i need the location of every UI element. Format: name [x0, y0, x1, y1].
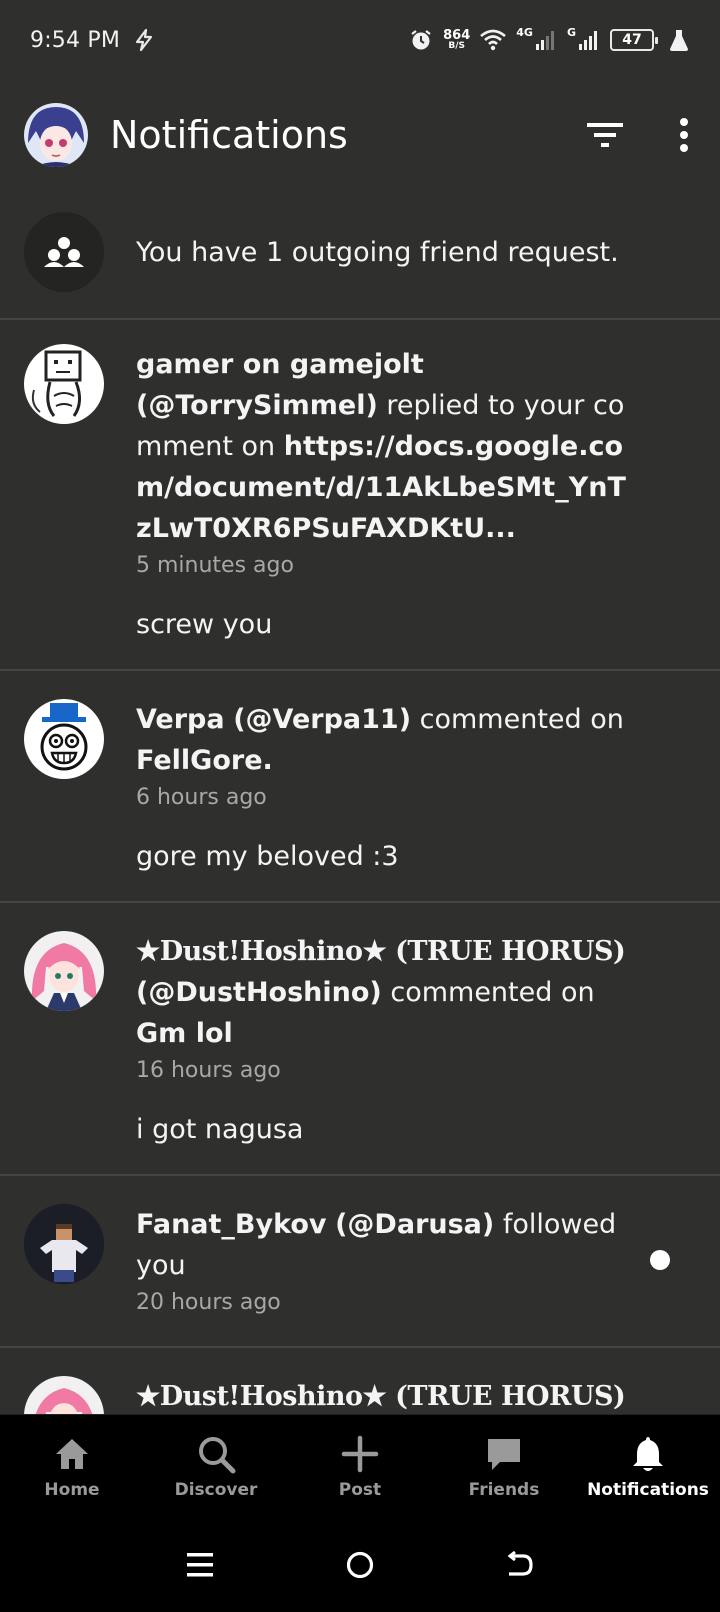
chat-bubble-icon	[488, 1438, 520, 1470]
friends-group-icon	[24, 212, 104, 292]
nav-discover-label: Discover	[174, 1479, 258, 1500]
alarm-icon	[411, 30, 431, 50]
friend-request-text: You have 1 outgoing friend request.	[136, 236, 619, 268]
profile-avatar[interactable]	[24, 103, 88, 167]
back-icon[interactable]	[505, 1550, 535, 1580]
notification-action: commented on	[381, 977, 595, 1008]
notification-time: 20 hours ago	[136, 1290, 281, 1315]
notifications-screen: 9:54 PM 864 B/S 4G G 47 Notifications Yo…	[0, 0, 720, 1612]
notification-comment: gore my beloved :3	[136, 841, 399, 872]
notification-item[interactable]: gamer on gamejolt (@TorrySimmel) replied…	[0, 320, 720, 669]
recent-apps-icon[interactable]	[185, 1551, 215, 1579]
filter-icon[interactable]	[586, 120, 624, 150]
plus-icon	[341, 1435, 379, 1472]
notification-handle[interactable]: (@TorrySimmel)	[136, 390, 378, 421]
notification-time: 6 hours ago	[136, 785, 267, 810]
notification-handle[interactable]: (@Verpa11)	[233, 704, 411, 735]
notification-item[interactable]: Verpa (@Verpa11) commented on FellGore. …	[0, 671, 720, 901]
bell-icon	[633, 1436, 663, 1471]
notification-time: 16 hours ago	[136, 1058, 281, 1083]
notification-action: commented on	[411, 704, 624, 735]
notification-handle[interactable]: (@Darusa)	[335, 1209, 494, 1240]
notification-item[interactable]: ★Dust!Hoshino★ (TRUE HORUS)	[0, 1348, 720, 1414]
notification-target[interactable]: FellGore.	[136, 745, 273, 776]
user-avatar[interactable]	[24, 1204, 104, 1284]
notification-username[interactable]: ★Dust!Hoshino★ (TRUE HORUS)	[136, 936, 626, 967]
user-avatar[interactable]	[24, 344, 104, 424]
notification-time: 5 minutes ago	[136, 553, 294, 578]
notification-comment: screw you	[136, 609, 273, 640]
network-type-2: G	[566, 25, 576, 39]
nav-notifications[interactable]: Notifications	[576, 1415, 720, 1518]
flask-icon	[670, 30, 688, 51]
notification-username[interactable]: Fanat_Bykov	[136, 1209, 327, 1240]
notification-item[interactable]: ★Dust!Hoshino★ (TRUE HORUS) (@DustHoshin…	[0, 903, 720, 1174]
search-icon	[199, 1436, 236, 1473]
page-title: Notifications	[110, 113, 348, 157]
signal-icon-1	[535, 31, 554, 50]
nav-discover[interactable]: Discover	[144, 1415, 288, 1518]
network-speed: 864 B/S	[443, 28, 471, 51]
system-navigation-bar	[0, 1518, 720, 1612]
home-circle-icon[interactable]	[345, 1550, 375, 1580]
unread-indicator	[650, 1250, 670, 1270]
battery-indicator: 47	[610, 29, 658, 51]
status-bar: 9:54 PM 864 B/S 4G G 47	[0, 0, 720, 80]
user-avatar[interactable]	[24, 699, 104, 779]
status-time: 9:54 PM	[30, 27, 121, 53]
notification-target[interactable]: Gm lol	[136, 1018, 233, 1049]
bottom-navigation: Home Discover Post Friends Notifications	[0, 1414, 720, 1518]
nav-post-label: Post	[338, 1479, 382, 1500]
friend-request-row[interactable]: You have 1 outgoing friend request.	[0, 190, 720, 318]
wifi-icon	[480, 29, 507, 51]
nav-post[interactable]: Post	[288, 1415, 432, 1518]
nav-friends[interactable]: Friends	[432, 1415, 576, 1518]
notification-username[interactable]: gamer on gamejolt	[136, 349, 424, 380]
network-type-1: 4G	[516, 25, 533, 39]
notification-username[interactable]: Verpa	[136, 704, 225, 735]
nav-friends-label: Friends	[468, 1479, 540, 1500]
notification-item[interactable]: Fanat_Bykov (@Darusa) followed you 20 ho…	[0, 1176, 720, 1346]
lightning-icon	[135, 28, 153, 52]
notification-comment: i got nagusa	[136, 1114, 304, 1145]
nav-home[interactable]: Home	[0, 1415, 144, 1518]
more-options-icon[interactable]	[678, 117, 690, 153]
nav-home-label: Home	[44, 1479, 100, 1500]
user-avatar[interactable]	[24, 931, 104, 1011]
user-avatar[interactable]	[24, 1376, 104, 1414]
notification-username[interactable]: ★Dust!Hoshino★ (TRUE HORUS)	[136, 1381, 626, 1412]
notification-handle[interactable]: (@DustHoshino)	[136, 977, 382, 1008]
nav-notifications-label: Notifications	[587, 1479, 709, 1500]
app-bar: Notifications	[0, 96, 720, 174]
notification-list: You have 1 outgoing friend request. game…	[0, 190, 720, 1414]
signal-icon-2	[579, 31, 597, 50]
home-icon	[56, 1438, 88, 1469]
